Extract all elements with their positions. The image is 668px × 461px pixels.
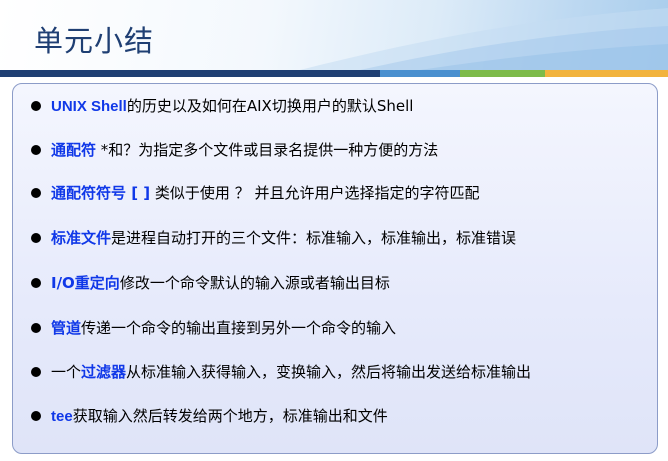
bullet-text: 通配符符号 [ ] 类似于使用 ？ 并且允许用户选择指定的字符匹配 [51,182,479,204]
bullet-keyword: 管道 [51,319,82,337]
bullet-keyword: 通配符 [51,141,97,159]
list-item: 通配符 *和？为指定多个文件或目录名提供一种方便的方法 [31,139,438,161]
bullet-dot-icon [31,233,41,243]
bullet-keyword: I/O重定向 [51,274,120,292]
bullet-text: 一个过滤器从标准输入获得输入，变换输入，然后将输出发送给标准输出 [51,361,531,383]
list-item: I/O重定向修改一个命令默认的输入源或者输出目标 [31,272,390,294]
page-title: 单元小结 [34,24,155,58]
bullet-dot-icon [31,278,41,288]
bullet-body: 获取输入然后转发给两个地方，标准输出和文件 [72,406,388,425]
bullet-body: *和？为指定多个文件或目录名提供一种方便的方法 [96,141,439,159]
bullet-body: 类似于使用 ？ 并且允许用户选择指定的字符匹配 [150,184,480,202]
bullet-text: 管道传递一个命令的输出直接到另外一个命令的输入 [51,317,396,339]
bullet-dot-icon [31,145,41,155]
color-bar-yellow [545,70,668,77]
list-item: 标准文件是进程自动打开的三个文件：标准输入，标准输出，标准错误 [31,227,516,249]
bullet-dot-icon [31,411,41,421]
bullet-body: 是进程自动打开的三个文件：标准输入，标准输出，标准错误 [111,229,517,247]
list-item: 通配符符号 [ ] 类似于使用 ？ 并且允许用户选择指定的字符匹配 [31,182,479,204]
bullet-text: UNIX Shell的历史以及如何在AIX切换用户的默认Shell [51,95,413,118]
list-item: 一个过滤器从标准输入获得输入，变换输入，然后将输出发送给标准输出 [31,361,531,383]
slide-header: 单元小结 [0,0,668,70]
bullet-keyword: 通配符符号 [ ] [51,184,151,202]
bullet-body: 传递一个命令的输出直接到另外一个命令的输入 [81,319,397,337]
bullet-dot-icon [31,323,41,333]
list-item: tee获取输入然后转发给两个地方，标准输出和文件 [31,405,388,427]
bullet-body: 从标准输入获得输入，变换输入，然后将输出发送给标准输出 [126,363,532,381]
color-bar-navy [0,70,380,77]
color-bar-blue [380,70,460,77]
bullet-keyword: 标准文件 [51,229,112,247]
bullet-prefix: 一个 [51,363,82,381]
bullet-body: 的历史以及如何在AIX切换用户的默认Shell [126,96,414,115]
bullet-text: I/O重定向修改一个命令默认的输入源或者输出目标 [51,272,390,294]
bullet-keyword: 过滤器 [81,363,127,381]
summary-box: UNIX Shell的历史以及如何在AIX切换用户的默认Shell 通配符 *和… [12,83,658,454]
list-item: 管道传递一个命令的输出直接到另外一个命令的输入 [31,317,396,339]
bullet-keyword: UNIX Shell [51,97,127,115]
color-bar-green [460,70,545,77]
bullet-text: tee获取输入然后转发给两个地方，标准输出和文件 [51,405,388,428]
bullet-dot-icon [31,188,41,198]
bullet-dot-icon [31,367,41,377]
bullet-body: 修改一个命令默认的输入源或者输出目标 [119,274,390,292]
header-color-bar [0,70,668,77]
bullet-dot-icon [31,101,41,111]
bullet-text: 通配符 *和？为指定多个文件或目录名提供一种方便的方法 [51,139,438,161]
bullet-keyword: tee [51,407,73,425]
bullet-text: 标准文件是进程自动打开的三个文件：标准输入，标准输出，标准错误 [51,227,516,249]
list-item: UNIX Shell的历史以及如何在AIX切换用户的默认Shell [31,95,413,117]
